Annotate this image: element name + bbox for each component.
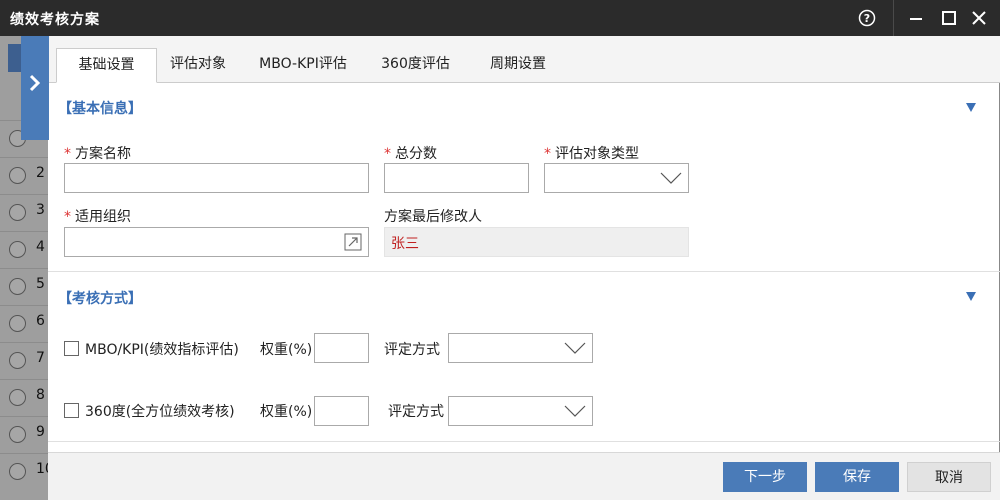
chevron-right-icon [29, 74, 41, 92]
radio-button[interactable] [9, 241, 26, 258]
list-item[interactable]: 3 [0, 194, 48, 231]
mbo-kpi-weight-label: 权重(%) [260, 342, 313, 358]
required-mark: * [384, 146, 391, 162]
title-separator [893, 0, 894, 36]
degree360-weight-label: 权重(%) [260, 404, 313, 420]
mbo-kpi-checkbox[interactable] [64, 341, 79, 356]
row-number: 2 [36, 165, 45, 181]
chevron-down-icon [564, 405, 586, 417]
mbo-kpi-label: MBO/KPI(绩效指标评估) [85, 342, 239, 358]
list-item[interactable]: 6 [0, 305, 48, 342]
row-number: 7 [36, 350, 45, 366]
help-circle-icon[interactable]: ? [855, 6, 879, 30]
dialog-footer: 下一步 保存 取消 [48, 452, 1000, 500]
minimize-icon[interactable] [904, 6, 928, 30]
chevron-down-icon [564, 342, 586, 354]
total-score-label: * 总分数 [384, 143, 437, 163]
tab-mbo-kpi[interactable]: MBO-KPI评估 [243, 48, 363, 83]
list-item[interactable]: 7 [0, 342, 48, 379]
degree360-rating-select[interactable] [448, 396, 593, 426]
window-title-bar: 绩效考核方案 ? [0, 0, 1000, 36]
applicable-org-label-text: 适用组织 [75, 209, 131, 225]
row-number: 3 [36, 202, 45, 218]
collapse-arrow-icon[interactable] [966, 292, 976, 301]
org-picker-icon[interactable] [344, 233, 362, 251]
row-number: 8 [36, 387, 45, 403]
maximize-icon[interactable] [937, 6, 961, 30]
last-modifier-value: 张三 [391, 236, 419, 252]
side-panel-toggle[interactable] [21, 36, 49, 140]
row-number: 6 [36, 313, 45, 329]
svg-text:?: ? [864, 12, 870, 25]
mbo-kpi-weight-input[interactable] [314, 333, 369, 363]
tab-360-degree[interactable]: 360度评估 [368, 48, 463, 83]
required-mark: * [544, 146, 551, 162]
target-type-label: * 评估对象类型 [544, 143, 639, 163]
degree360-checkbox[interactable] [64, 403, 79, 418]
radio-button[interactable] [9, 463, 26, 480]
plan-name-label-text: 方案名称 [75, 146, 131, 162]
required-mark: * [64, 146, 71, 162]
last-modifier-field: 张三 [384, 227, 689, 257]
plan-name-input[interactable] [64, 163, 369, 193]
collapse-arrow-icon[interactable] [966, 103, 976, 112]
next-step-button[interactable]: 下一步 [723, 462, 807, 492]
cancel-button[interactable]: 取消 [907, 462, 991, 492]
section-title-basic-info: 【基本信息】 [58, 101, 142, 117]
list-item[interactable]: 4 [0, 231, 48, 268]
required-mark: * [64, 209, 71, 225]
radio-button[interactable] [9, 204, 26, 221]
tab-bar: 基础设置 评估对象 MBO-KPI评估 360度评估 周期设置 [48, 36, 1000, 83]
radio-button[interactable] [9, 389, 26, 406]
last-modifier-label: 方案最后修改人 [384, 209, 482, 225]
degree360-rating-label: 评定方式 [388, 404, 444, 420]
chevron-down-icon [660, 172, 682, 184]
radio-button[interactable] [9, 315, 26, 332]
section-divider [48, 441, 1000, 442]
close-icon[interactable] [967, 6, 991, 30]
section-divider [48, 271, 1000, 272]
section-title-assessment-method: 【考核方式】 [58, 291, 142, 307]
degree360-label: 360度(全方位绩效考核) [85, 404, 235, 420]
radio-button[interactable] [9, 167, 26, 184]
radio-button[interactable] [9, 352, 26, 369]
tab-basic-settings[interactable]: 基础设置 [56, 48, 157, 83]
plan-dialog: 基础设置 评估对象 MBO-KPI评估 360度评估 周期设置 【基本信息】 *… [48, 36, 1000, 500]
mbo-kpi-rating-select[interactable] [448, 333, 593, 363]
row-number: 9 [36, 424, 45, 440]
radio-button[interactable] [9, 426, 26, 443]
degree360-weight-input[interactable] [314, 396, 369, 426]
applicable-org-label: * 适用组织 [64, 206, 131, 226]
row-number: 5 [36, 276, 45, 292]
row-number: 4 [36, 239, 45, 255]
tab-assessment-targets[interactable]: 评估对象 [158, 48, 238, 83]
list-item[interactable]: 2 [0, 157, 48, 194]
save-button[interactable]: 保存 [815, 462, 899, 492]
window-title: 绩效考核方案 [10, 12, 100, 28]
total-score-label-text: 总分数 [395, 146, 437, 162]
list-item[interactable]: 9 [0, 416, 48, 453]
list-item[interactable]: 10 [0, 453, 54, 490]
total-score-input[interactable] [384, 163, 529, 193]
plan-name-label: * 方案名称 [64, 143, 131, 163]
applicable-org-input[interactable] [64, 227, 369, 257]
radio-button[interactable] [9, 278, 26, 295]
tab-cycle-settings[interactable]: 周期设置 [473, 48, 563, 83]
list-item[interactable]: 8 [0, 379, 48, 416]
target-type-select[interactable] [544, 163, 689, 193]
list-item[interactable]: 5 [0, 268, 48, 305]
target-type-label-text: 评估对象类型 [555, 146, 639, 162]
mbo-kpi-rating-label: 评定方式 [384, 342, 440, 358]
